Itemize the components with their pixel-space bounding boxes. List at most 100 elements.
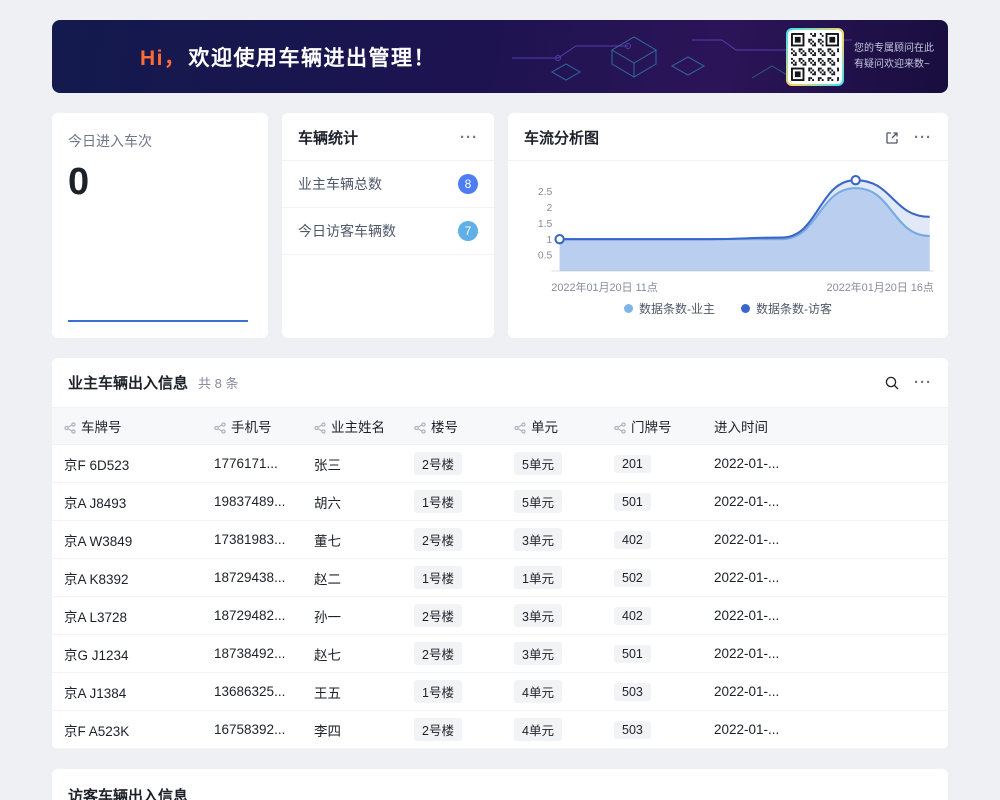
table-cell: 李四 bbox=[302, 711, 402, 749]
table-cell: 1号楼 bbox=[402, 673, 502, 711]
table-cell: 1776171... bbox=[202, 445, 302, 483]
column-header-label: 门牌号 bbox=[631, 420, 672, 435]
svg-text:1: 1 bbox=[547, 235, 553, 246]
tag-pill: 501 bbox=[614, 645, 651, 663]
table-cell: 2022-01-... bbox=[702, 635, 802, 673]
banner-greeting-text: 欢迎使用车辆进出管理！ bbox=[189, 47, 437, 70]
accent-underline bbox=[68, 320, 248, 322]
column-header[interactable]: 手机号 bbox=[202, 408, 302, 445]
vehicle-stats-card: 车辆统计 ··· 业主车辆总数8今日访客车辆数7 bbox=[282, 113, 494, 338]
column-header[interactable]: 单元 bbox=[502, 408, 602, 445]
tag-pill: 402 bbox=[614, 607, 651, 625]
table-header-row: 车牌号 手机号 业主姓名楼号 单元 门牌号 进入时间 bbox=[52, 408, 948, 445]
search-icon[interactable] bbox=[884, 375, 900, 391]
column-header-label: 手机号 bbox=[231, 420, 272, 435]
table-cell: 2022-01-... bbox=[702, 597, 802, 635]
table-cell bbox=[802, 483, 948, 521]
table-row[interactable]: 京G J123418738492...赵七2号楼3单元5012022-01-..… bbox=[52, 635, 948, 673]
chart-header-icons: ··· bbox=[884, 130, 932, 146]
table-row[interactable]: 京A K839218729438...赵二1号楼1单元5022022-01-..… bbox=[52, 559, 948, 597]
field-type-icon bbox=[514, 422, 526, 434]
more-menu-icon[interactable]: ··· bbox=[460, 130, 478, 145]
legend-label: 数据条数-业主 bbox=[639, 300, 715, 317]
table-cell: 2号楼 bbox=[402, 445, 502, 483]
tag-pill: 4单元 bbox=[514, 718, 562, 741]
table-cell: 503 bbox=[602, 673, 702, 711]
legend-item[interactable]: 数据条数-访客 bbox=[741, 300, 832, 317]
column-header[interactable]: 车牌号 bbox=[52, 408, 202, 445]
table-cell: 17381983... bbox=[202, 521, 302, 559]
table-cell: 赵七 bbox=[302, 635, 402, 673]
qr-caption: 您的专属顾问在此 有疑问欢迎来数~ bbox=[854, 41, 934, 73]
column-header[interactable]: 业主姓名 bbox=[302, 408, 402, 445]
svg-text:2022年01月20日 16点: 2022年01月20日 16点 bbox=[827, 280, 934, 294]
field-type-icon bbox=[214, 422, 226, 434]
table-cell: 503 bbox=[602, 711, 702, 749]
traffic-chart-title: 车流分析图 bbox=[524, 127, 884, 148]
legend-item[interactable]: 数据条数-业主 bbox=[624, 300, 715, 317]
tag-pill: 1单元 bbox=[514, 566, 562, 589]
tag-pill: 503 bbox=[614, 683, 651, 701]
table-row[interactable]: 京A J849319837489...胡六1号楼5单元5012022-01-..… bbox=[52, 483, 948, 521]
table-cell bbox=[802, 597, 948, 635]
owner-vehicles-card: 业主车辆出入信息 共 8 条 ··· 车牌号 手机号 业主姓名楼号 单元 门牌号 进入时间… bbox=[52, 358, 948, 749]
table-cell: 201 bbox=[602, 445, 702, 483]
legend-dot bbox=[741, 304, 750, 313]
table-cell: 2022-01-... bbox=[702, 559, 802, 597]
tag-pill: 1号楼 bbox=[414, 566, 462, 589]
more-menu-icon[interactable]: ··· bbox=[914, 130, 932, 145]
table-cell: 1号楼 bbox=[402, 483, 502, 521]
table-cell: 董七 bbox=[302, 521, 402, 559]
svg-text:0.5: 0.5 bbox=[538, 251, 553, 262]
table-cell: 3单元 bbox=[502, 635, 602, 673]
export-icon[interactable] bbox=[884, 130, 900, 146]
field-type-icon bbox=[64, 422, 76, 434]
table-cell: 402 bbox=[602, 597, 702, 635]
table-cell: 孙一 bbox=[302, 597, 402, 635]
traffic-chart-body: 0.511.522.52022年01月20日 11点2022年01月20日 16… bbox=[508, 165, 948, 317]
table-cell: 18738492... bbox=[202, 635, 302, 673]
stat-row: 今日访客车辆数7 bbox=[282, 208, 494, 255]
table-cell: 2022-01-... bbox=[702, 521, 802, 559]
owner-table-title: 业主车辆出入信息 bbox=[68, 372, 188, 393]
table-cell: 2号楼 bbox=[402, 635, 502, 673]
table-row[interactable]: 京A L372818729482...孙一2号楼3单元4022022-01-..… bbox=[52, 597, 948, 635]
table-cell: 京F 6D523 bbox=[52, 445, 202, 483]
table-cell bbox=[802, 711, 948, 749]
tag-pill: 5单元 bbox=[514, 490, 562, 513]
today-entries-title: 今日进入车次 bbox=[68, 131, 252, 151]
table-cell: 京A L3728 bbox=[52, 597, 202, 635]
stat-count-badge: 7 bbox=[458, 221, 478, 241]
table-cell: 张三 bbox=[302, 445, 402, 483]
table-cell: 赵二 bbox=[302, 559, 402, 597]
table-row[interactable]: 京F 6D5231776171...张三2号楼 5单元 2012022-01-... bbox=[52, 445, 948, 483]
tag-pill: 402 bbox=[614, 531, 651, 549]
column-header[interactable]: 门牌号 bbox=[602, 408, 702, 445]
legend-dot bbox=[624, 304, 633, 313]
table-cell: 2022-01-... bbox=[702, 483, 802, 521]
vehicle-stats-body: 业主车辆总数8今日访客车辆数7 bbox=[282, 161, 494, 255]
table-cell: 京F A523K bbox=[52, 711, 202, 749]
table-cell: 5单元 bbox=[502, 483, 602, 521]
column-header-label: 单元 bbox=[531, 420, 558, 435]
tag-pill: 5单元 bbox=[514, 452, 562, 475]
column-header-label: 车牌号 bbox=[81, 420, 122, 435]
stat-label: 业主车辆总数 bbox=[298, 174, 382, 194]
tag-pill: 2号楼 bbox=[414, 718, 462, 741]
traffic-line-chart: 0.511.522.52022年01月20日 11点2022年01月20日 16… bbox=[518, 165, 938, 298]
table-row[interactable]: 京F A523K16758392...李四2号楼4单元5032022-01-..… bbox=[52, 711, 948, 749]
more-menu-icon[interactable]: ··· bbox=[914, 375, 932, 390]
table-cell: 2022-01-... bbox=[702, 445, 802, 483]
table-cell: 501 bbox=[602, 635, 702, 673]
qr-code bbox=[788, 30, 842, 84]
table-row[interactable]: 京A W384917381983...董七2号楼3单元4022022-01-..… bbox=[52, 521, 948, 559]
table-row[interactable]: 京A J138413686325...王五1号楼4单元5032022-01-..… bbox=[52, 673, 948, 711]
today-entries-card: 今日进入车次 0 bbox=[52, 113, 268, 338]
column-header[interactable]: 进入时间 bbox=[702, 408, 802, 445]
visitor-table-title: 访客车辆出入信息 bbox=[68, 785, 932, 800]
owner-table-count: 共 8 条 bbox=[198, 373, 884, 392]
welcome-banner: Hi，欢迎使用车辆进出管理！ 您的专属顾问在此 有疑问欢迎来数~ bbox=[52, 20, 948, 93]
table-cell: 胡六 bbox=[302, 483, 402, 521]
column-header[interactable]: 楼号 bbox=[402, 408, 502, 445]
dashboard-page: Hi，欢迎使用车辆进出管理！ 您的专属顾问在此 有疑问欢迎来数~ 今日进入车次 … bbox=[0, 0, 1000, 800]
